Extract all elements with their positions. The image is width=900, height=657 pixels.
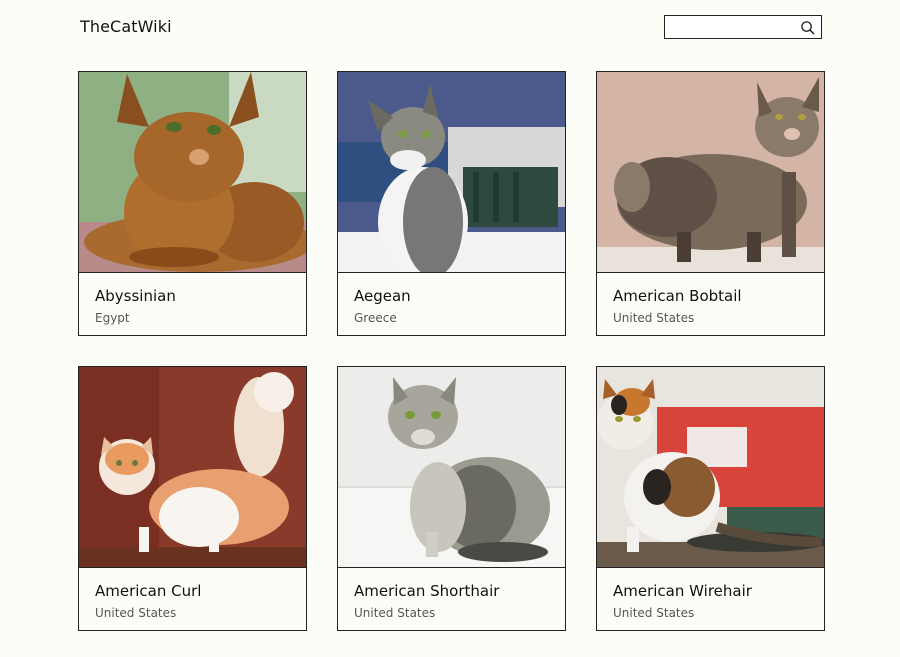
breed-card[interactable]: American Curl United States xyxy=(78,366,307,631)
breed-name[interactable]: Abyssinian xyxy=(95,287,176,305)
breed-origin: United States xyxy=(613,606,695,620)
breed-card[interactable]: American Wirehair United States xyxy=(596,366,825,631)
breed-card[interactable]: Abyssinian Egypt xyxy=(78,71,307,336)
breed-name[interactable]: American Wirehair xyxy=(613,582,752,600)
breed-name[interactable]: Aegean xyxy=(354,287,411,305)
breed-name[interactable]: American Bobtail xyxy=(613,287,742,305)
breed-origin: United States xyxy=(354,606,436,620)
search-box[interactable] xyxy=(664,15,822,39)
breed-card[interactable]: Aegean Greece xyxy=(337,71,566,336)
site-logo[interactable]: TheCatWiki xyxy=(80,17,172,36)
breed-name[interactable]: American Shorthair xyxy=(354,582,499,600)
breed-name[interactable]: American Curl xyxy=(95,582,201,600)
breed-photo[interactable] xyxy=(338,367,565,568)
search-input[interactable] xyxy=(669,18,794,36)
search-icon[interactable] xyxy=(800,20,815,35)
breed-photo[interactable] xyxy=(79,72,306,273)
breed-photo[interactable] xyxy=(597,367,824,568)
breed-origin: United States xyxy=(95,606,177,620)
breed-origin: Egypt xyxy=(95,311,130,325)
breed-card[interactable]: American Bobtail United States xyxy=(596,71,825,336)
breed-photo[interactable] xyxy=(338,72,565,273)
breed-card[interactable]: American Shorthair United States xyxy=(337,366,566,631)
breed-origin: Greece xyxy=(354,311,397,325)
breed-photo[interactable] xyxy=(79,367,306,568)
breed-photo[interactable] xyxy=(597,72,824,273)
breed-origin: United States xyxy=(613,311,695,325)
